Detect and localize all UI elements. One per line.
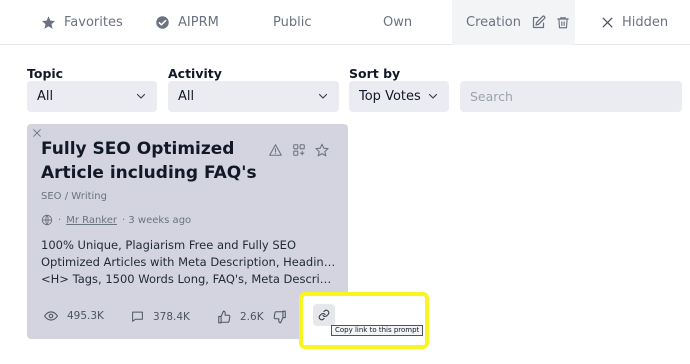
chevron-down-icon <box>428 93 438 99</box>
activity-select-value: All <box>178 89 195 104</box>
description-line: Optimized Articles with Meta Description… <box>41 255 336 269</box>
views-stat: 495.3K <box>44 310 104 322</box>
topic-select[interactable]: All <box>27 81 157 112</box>
thumbs-up-icon[interactable] <box>217 310 231 324</box>
post-time: · 3 weeks ago <box>122 214 192 226</box>
author-link[interactable]: Mr Ranker <box>66 215 117 226</box>
prompt-meta: · Mr Ranker · 3 weeks ago <box>41 214 191 226</box>
card-actions <box>268 143 329 157</box>
globe-icon <box>41 214 53 226</box>
sort-label: Sort by <box>349 66 401 81</box>
prompt-tabs: Favorites AIPRM Public Own Creation Hidd… <box>0 0 690 45</box>
chevron-down-icon <box>136 93 146 99</box>
prompt-description: 100% Unique, Plagiarism Free and Fully S… <box>41 237 336 288</box>
likes-count: 2.6K <box>240 311 264 323</box>
close-icon <box>602 17 613 28</box>
thumbs-down-icon[interactable] <box>273 310 287 324</box>
copy-link-tooltip: Copy link to this prompt <box>331 325 424 336</box>
comments-stat: 378.4K <box>131 310 190 323</box>
meta-separator: · <box>58 214 62 226</box>
grid-plus-icon[interactable] <box>292 143 306 157</box>
report-warning-icon[interactable] <box>268 143 283 157</box>
tab-public-label: Public <box>273 15 312 30</box>
views-count: 495.3K <box>67 310 104 322</box>
tab-favorites[interactable]: Favorites <box>41 0 123 45</box>
link-icon <box>318 309 330 321</box>
chevron-down-icon <box>318 93 328 99</box>
tab-hidden-label: Hidden <box>622 15 669 30</box>
sort-select[interactable]: Top Votes <box>349 81 449 112</box>
copy-link-button[interactable] <box>313 304 335 326</box>
description-line: <H> Tags, 1500 Words Long, FAQ's, Meta D… <box>41 272 336 286</box>
star-icon <box>41 16 56 29</box>
tab-creation[interactable]: Creation <box>452 0 575 45</box>
trash-icon[interactable] <box>556 15 570 30</box>
prompt-title[interactable]: Fully SEO Optimized Article including FA… <box>41 137 261 185</box>
votes-stat: 2.6K <box>217 310 287 324</box>
topic-label: Topic <box>27 66 64 81</box>
tab-aiprm[interactable]: AIPRM <box>155 0 219 45</box>
comment-icon <box>132 311 143 322</box>
edit-icon[interactable] <box>531 15 546 30</box>
comments-count: 378.4K <box>153 310 190 323</box>
search-input[interactable]: Search <box>460 81 682 112</box>
sort-select-value: Top Votes <box>359 89 421 104</box>
search-placeholder: Search <box>470 89 513 104</box>
activity-select[interactable]: All <box>168 81 339 112</box>
topic-select-value: All <box>37 89 54 104</box>
prompt-category: SEO / Writing <box>41 191 107 202</box>
tab-creation-label: Creation <box>466 15 522 30</box>
tab-own-label: Own <box>383 15 413 30</box>
star-icon[interactable] <box>315 143 329 157</box>
description-line: 100% Unique, Plagiarism Free and Fully S… <box>41 238 296 252</box>
verified-badge-icon <box>156 16 169 29</box>
tab-aiprm-label: AIPRM <box>178 15 219 30</box>
tab-public[interactable]: Public <box>273 0 311 45</box>
activity-label: Activity <box>168 66 222 81</box>
eye-icon <box>44 311 58 321</box>
tab-own[interactable]: Own <box>383 0 412 45</box>
tab-hidden[interactable]: Hidden <box>601 0 668 45</box>
tab-favorites-label: Favorites <box>64 15 123 30</box>
